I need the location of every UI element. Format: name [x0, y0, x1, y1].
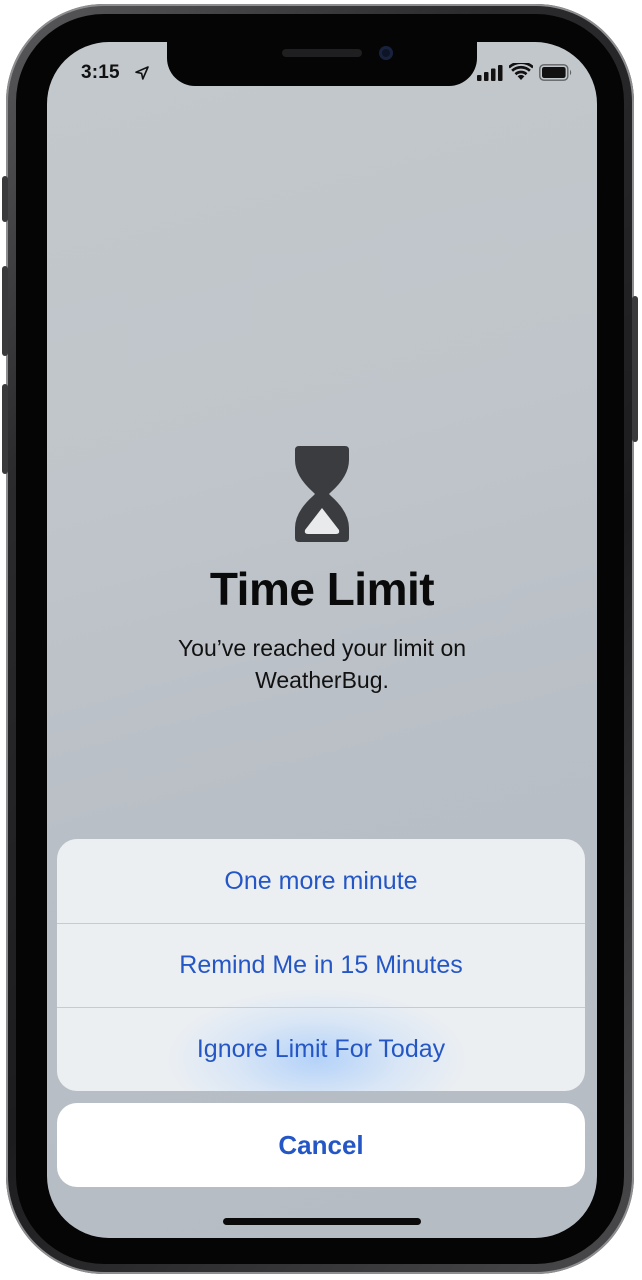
cellular-signal-icon	[477, 65, 503, 81]
battery-icon	[539, 64, 572, 81]
one-more-minute-button[interactable]: One more minute	[57, 839, 585, 923]
side-power-button	[632, 296, 638, 442]
wifi-icon	[509, 63, 533, 80]
volume-down-button	[2, 384, 8, 474]
status-time: 3:15	[81, 62, 120, 83]
hourglass-icon	[295, 446, 349, 542]
remind-me-in-15-minutes-button[interactable]: Remind Me in 15 Minutes	[57, 923, 585, 1007]
limit-message: You’ve reached your limit on WeatherBug.	[177, 635, 467, 693]
phone-screen: 3:15 Time Limit You’ve reached your limi…	[47, 42, 597, 1238]
page-title: Time Limit	[209, 563, 435, 615]
speaker-grille	[282, 49, 362, 57]
volume-up-button	[2, 266, 8, 356]
home-indicator[interactable]	[223, 1218, 421, 1225]
location-arrow-icon	[135, 66, 149, 80]
ignore-limit-for-today-button[interactable]: Ignore Limit For Today	[57, 1007, 585, 1091]
silent-switch	[2, 176, 8, 222]
front-camera	[379, 46, 393, 60]
action-sheet: One more minute Remind Me in 15 Minutes …	[57, 839, 585, 1091]
stage: 3:15 Time Limit You’ve reached your limi…	[0, 0, 642, 1280]
notch	[167, 42, 477, 86]
cancel-button[interactable]: Cancel	[57, 1103, 585, 1187]
